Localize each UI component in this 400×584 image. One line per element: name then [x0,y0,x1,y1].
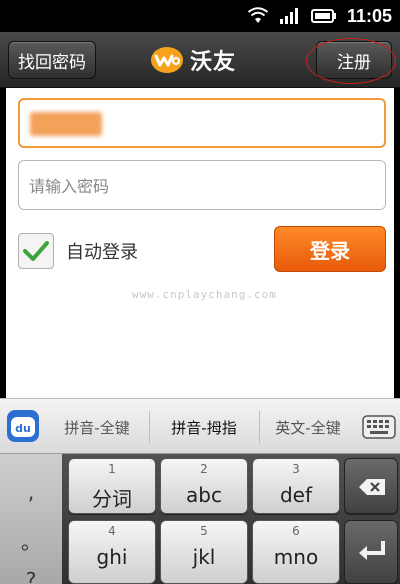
login-form: 请输入密码 自动登录 登录 www.cnplaychang.com [6,88,394,398]
auto-login-label: 自动登录 [66,242,138,263]
key-number: 6 [292,524,300,538]
brand-name: 沃友 [190,50,237,75]
backspace-key[interactable] [344,458,398,514]
backspace-icon [359,479,385,495]
app-brand: 沃友 [150,41,236,79]
key-number: 4 [108,524,116,538]
signal-icon [279,8,298,24]
auto-login-checkbox[interactable] [18,233,54,269]
ime-mode-pinyin-thumb[interactable]: 拼音-拇指 [152,407,256,447]
ime-candidate-bar: du 拼音-全键 拼音-拇指 英文-全键 [0,398,400,454]
key-2[interactable]: 2 abc [160,458,248,514]
key-number: 3 [292,462,300,476]
ime-mode-english-full[interactable]: 英文-全键 [262,407,354,447]
keyboard: , 。 ? 1 分词 2 abc 3 def 4 ghi 5 jkl 6 mno [0,454,400,584]
enter-key[interactable] [344,520,398,584]
key-number: 1 [108,462,116,476]
key-3[interactable]: 3 def [252,458,340,514]
key-label: ghi [96,545,128,569]
username-redacted [30,112,102,136]
key-4[interactable]: 4 ghi [68,520,156,584]
register-button[interactable]: 注册 [316,41,392,79]
key-label: abc [186,483,222,507]
checkmark-icon [23,241,49,261]
svg-text:du: du [15,422,31,435]
ime-mode-pinyin-full[interactable]: 拼音-全键 [48,407,146,447]
punct-key-comma[interactable]: , [0,480,62,504]
key-number: 5 [200,524,208,538]
key-label: jkl [192,545,216,569]
battery-icon [310,9,336,23]
key-label: mno [273,545,319,569]
punctuation-column[interactable]: , 。 ? [0,454,62,584]
ime-logo-icon[interactable]: du [6,409,40,443]
enter-icon [359,541,385,560]
punct-key-period[interactable]: 。 [0,526,62,555]
wifi-icon [247,7,269,23]
key-label: 分词 [92,487,132,511]
find-password-button[interactable]: 找回密码 [8,41,96,79]
title-bar: 找回密码 沃友 注册 [0,32,400,88]
username-field[interactable] [18,98,386,148]
wo-logo-icon [151,47,183,73]
key-number: 2 [200,462,208,476]
divider [259,411,260,443]
key-5[interactable]: 5 jkl [160,520,248,584]
clock: 11:05 [346,5,392,26]
key-1[interactable]: 1 分词 [68,458,156,514]
punct-key-question[interactable]: ? [0,568,62,584]
key-6[interactable]: 6 mno [252,520,340,584]
watermark-text: www.cnplaychang.com [132,288,277,301]
keyboard-toggle-icon[interactable] [362,413,396,441]
login-button[interactable]: 登录 [274,226,386,272]
status-bar: 11:05 [0,0,400,32]
divider [149,411,150,443]
password-placeholder: 请输入密码 [29,177,110,196]
key-label: def [279,483,313,507]
password-field[interactable]: 请输入密码 [18,160,386,210]
